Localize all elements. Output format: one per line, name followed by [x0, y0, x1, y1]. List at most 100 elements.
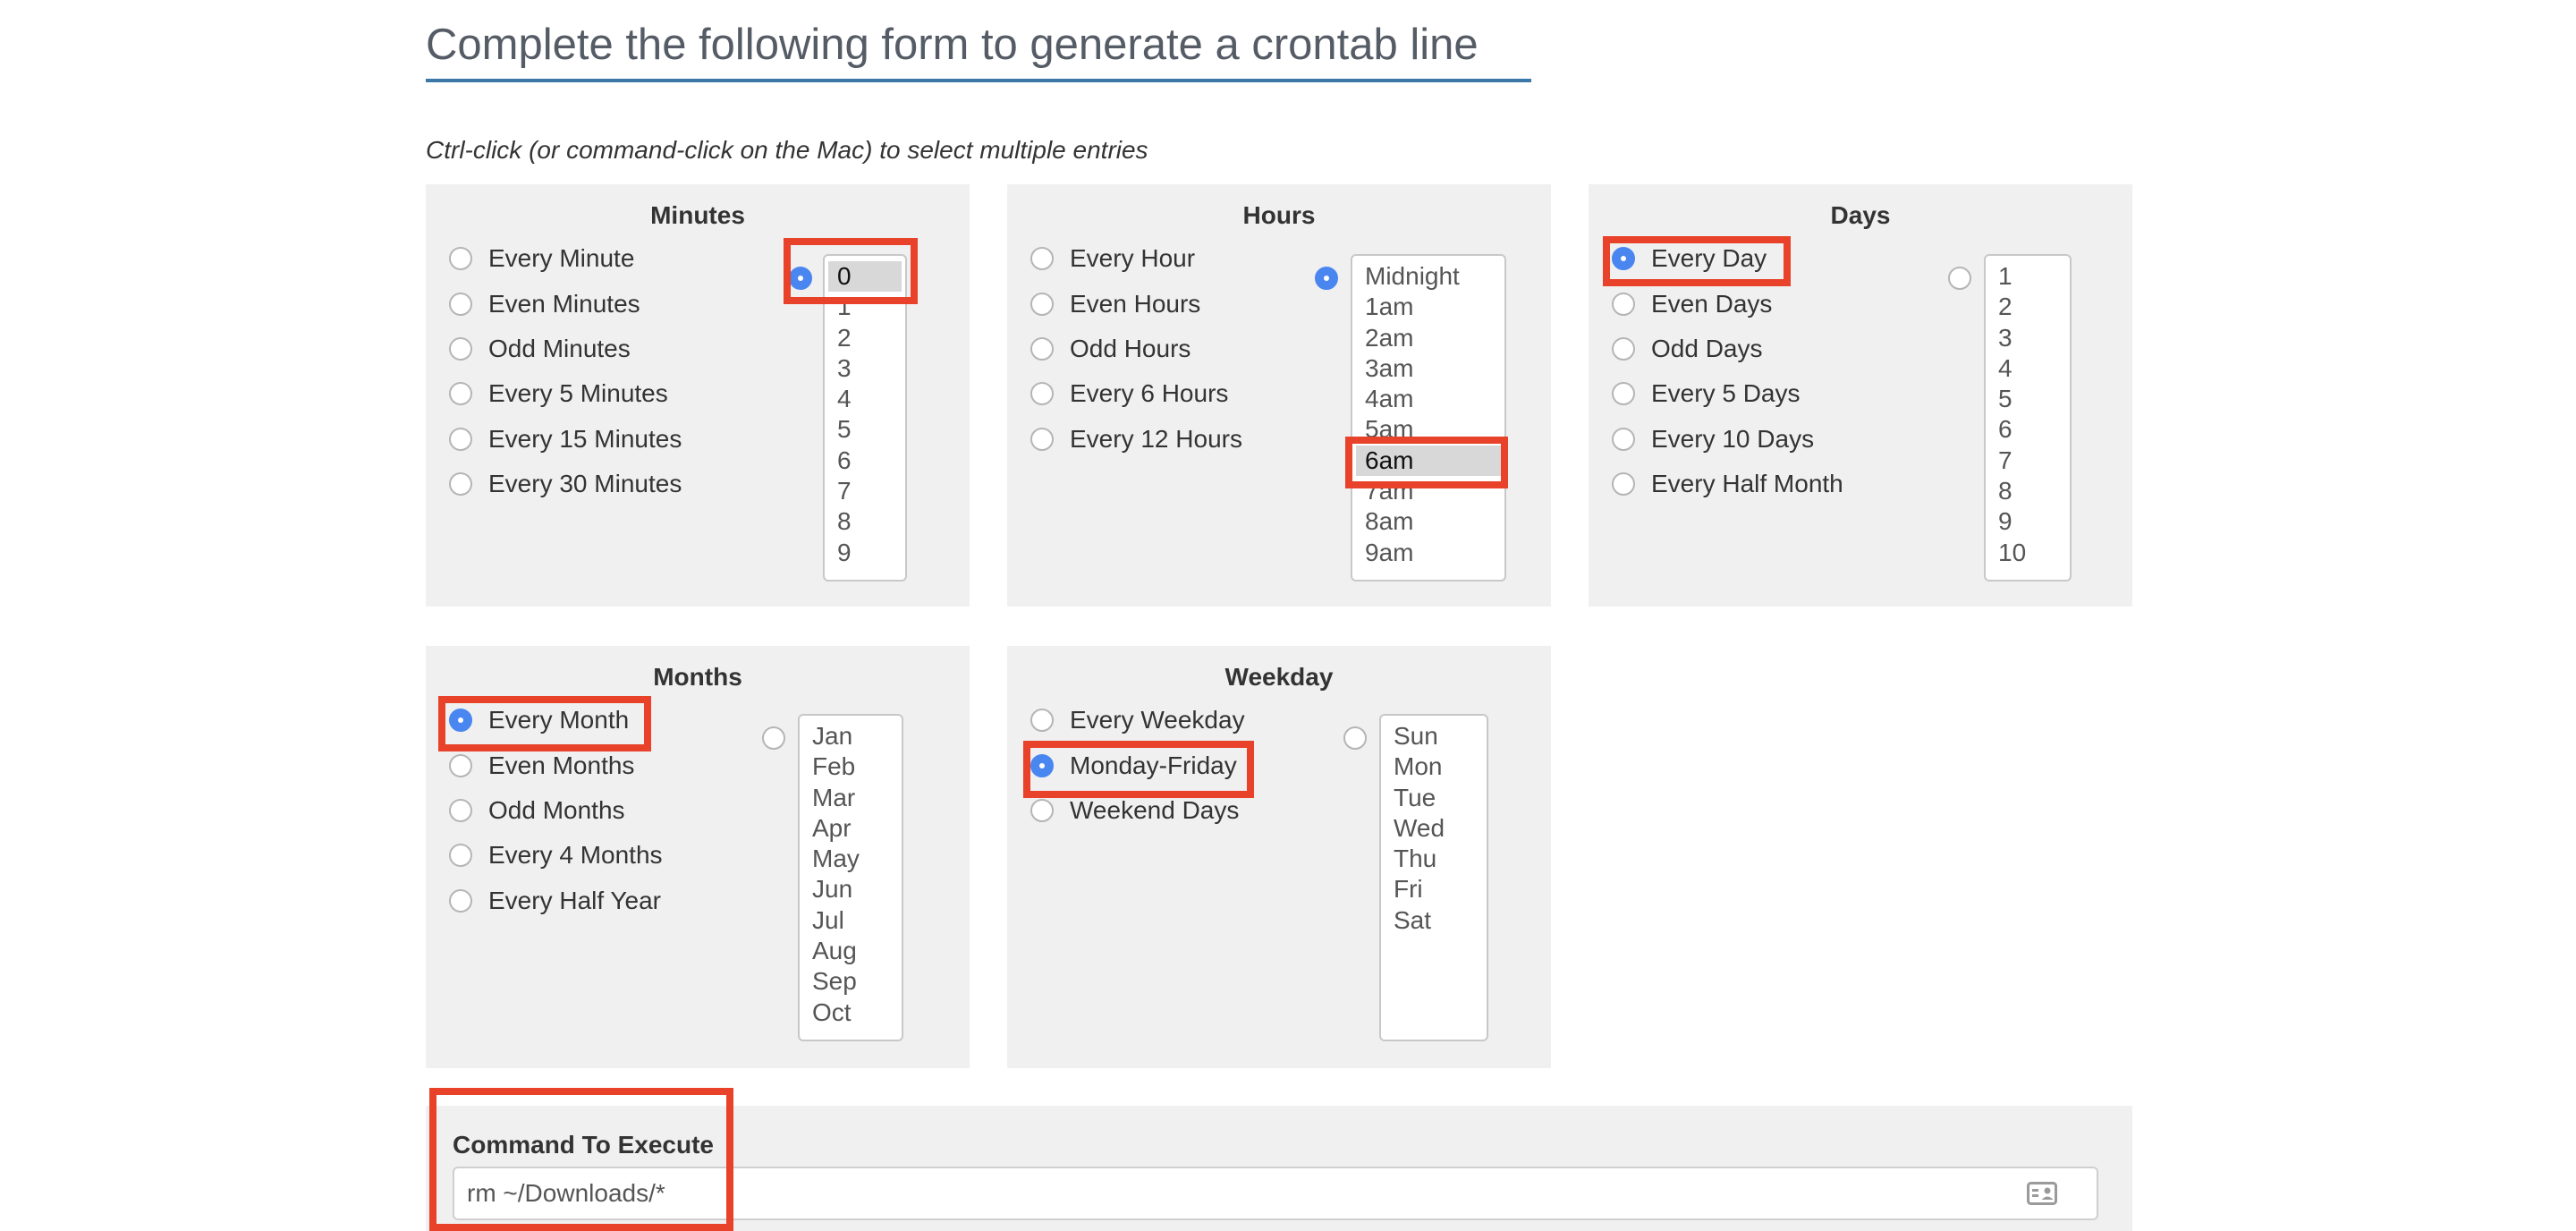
minutes-listbox[interactable]: 0 1 2 3 4 5 6 7 8 9: [823, 254, 907, 582]
days-option-every-half-month[interactable]: Every Half Month: [1612, 462, 1843, 506]
radio-button[interactable]: [449, 336, 472, 361]
minutes-list-radio[interactable]: [789, 267, 812, 290]
command-input[interactable]: [453, 1167, 2098, 1220]
minutes-list-item[interactable]: 7: [825, 476, 905, 506]
minutes-list-item[interactable]: 0: [828, 261, 902, 293]
hours-list-item[interactable]: 6am: [1356, 445, 1501, 477]
hours-list-item[interactable]: 7am: [1352, 476, 1504, 506]
radio-button[interactable]: [449, 844, 472, 868]
minutes-option-every-15-minutes[interactable]: Every 15 Minutes: [449, 417, 682, 462]
weekday-list-item[interactable]: Tue: [1381, 783, 1487, 813]
radio-button[interactable]: [1030, 709, 1054, 733]
radio-button[interactable]: [1030, 336, 1054, 361]
months-list-item[interactable]: Sep: [800, 966, 902, 997]
months-option-every-half-year[interactable]: Every Half Year: [449, 879, 663, 923]
weekday-list-item[interactable]: Mon: [1381, 751, 1487, 782]
radio-button[interactable]: [1030, 382, 1054, 406]
weekday-list-radio[interactable]: [1343, 726, 1367, 750]
days-option-every-10-days[interactable]: Every 10 Days: [1612, 417, 1843, 462]
days-option-every-day[interactable]: Every Day: [1612, 236, 1843, 281]
minutes-option-odd-minutes[interactable]: Odd Minutes: [449, 327, 682, 371]
radio-button[interactable]: [1612, 336, 1635, 361]
minutes-option-even-minutes[interactable]: Even Minutes: [449, 281, 682, 326]
months-list-item[interactable]: May: [800, 844, 902, 874]
contact-card-icon[interactable]: [2027, 1182, 2057, 1205]
weekday-option-every-weekday[interactable]: Every Weekday: [1030, 698, 1245, 743]
hours-option-every-12-hours[interactable]: Every 12 Hours: [1030, 417, 1242, 462]
radio-button[interactable]: [1612, 427, 1635, 451]
hours-list-item[interactable]: 5am: [1352, 414, 1504, 445]
months-list-item[interactable]: Jan: [800, 721, 902, 751]
radio-button[interactable]: [1030, 427, 1054, 451]
months-option-even-months[interactable]: Even Months: [449, 743, 663, 787]
weekday-list-item[interactable]: Fri: [1381, 874, 1487, 904]
months-list-item[interactable]: Apr: [800, 813, 902, 844]
months-list-item[interactable]: Mar: [800, 783, 902, 813]
hours-list-item[interactable]: 8am: [1352, 506, 1504, 537]
days-list-item[interactable]: 4: [1986, 353, 2070, 384]
minutes-list-item[interactable]: 1: [825, 292, 905, 322]
days-list-item[interactable]: 5: [1986, 384, 2070, 414]
hours-list-item[interactable]: Midnight: [1352, 261, 1504, 292]
days-list-item[interactable]: 2: [1986, 292, 2070, 322]
minutes-list-item[interactable]: 4: [825, 384, 905, 414]
radio-button[interactable]: [449, 709, 472, 733]
minutes-list-item[interactable]: 8: [825, 506, 905, 537]
radio-button[interactable]: [1612, 292, 1635, 316]
radio-button[interactable]: [449, 472, 472, 497]
minutes-option-every-minute[interactable]: Every Minute: [449, 236, 682, 281]
radio-button[interactable]: [1612, 247, 1635, 271]
weekday-option-weekend-days[interactable]: Weekend Days: [1030, 788, 1245, 833]
minutes-list-item[interactable]: 2: [825, 323, 905, 353]
radio-button[interactable]: [1612, 472, 1635, 497]
hours-list-radio[interactable]: [1315, 267, 1338, 290]
radio-button[interactable]: [449, 247, 472, 271]
minutes-list-item[interactable]: 5: [825, 414, 905, 445]
radio-button[interactable]: [449, 292, 472, 316]
radio-button[interactable]: [1030, 798, 1054, 822]
months-option-every-month[interactable]: Every Month: [449, 698, 663, 743]
hours-list-item[interactable]: 3am: [1352, 353, 1504, 384]
hours-list-item[interactable]: 4am: [1352, 384, 1504, 414]
days-option-odd-days[interactable]: Odd Days: [1612, 327, 1843, 371]
days-list-item[interactable]: 10: [1986, 538, 2070, 568]
hours-option-every-6-hours[interactable]: Every 6 Hours: [1030, 371, 1242, 416]
weekday-list-item[interactable]: Sun: [1381, 721, 1487, 751]
days-option-every-5-days[interactable]: Every 5 Days: [1612, 371, 1843, 416]
hours-listbox[interactable]: Midnight 1am 2am 3am 4am 5am 6am 7am 8am…: [1351, 254, 1506, 582]
radio-button[interactable]: [1030, 292, 1054, 316]
radio-button[interactable]: [449, 888, 472, 913]
months-list-item[interactable]: Jul: [800, 905, 902, 936]
months-list-item[interactable]: Feb: [800, 751, 902, 782]
radio-button[interactable]: [449, 427, 472, 451]
months-list-item[interactable]: Jun: [800, 874, 902, 904]
minutes-list-item[interactable]: 6: [825, 446, 905, 476]
minutes-option-every-5-minutes[interactable]: Every 5 Minutes: [449, 371, 682, 416]
weekday-listbox[interactable]: Sun Mon Tue Wed Thu Fri Sat: [1379, 714, 1488, 1041]
hours-list-item[interactable]: 9am: [1352, 538, 1504, 568]
months-list-radio[interactable]: [762, 726, 785, 750]
days-list-item[interactable]: 6: [1986, 414, 2070, 445]
radio-button[interactable]: [449, 753, 472, 777]
weekday-list-item[interactable]: Wed: [1381, 813, 1487, 844]
weekday-list-item[interactable]: Thu: [1381, 844, 1487, 874]
minutes-list-item[interactable]: 9: [825, 538, 905, 568]
days-listbox[interactable]: 1 2 3 4 5 6 7 8 9 10: [1984, 254, 2072, 582]
days-list-item[interactable]: 3: [1986, 323, 2070, 353]
days-option-even-days[interactable]: Even Days: [1612, 281, 1843, 326]
hours-list-item[interactable]: 2am: [1352, 323, 1504, 353]
months-listbox[interactable]: Jan Feb Mar Apr May Jun Jul Aug Sep Oct: [798, 714, 903, 1041]
radio-button[interactable]: [449, 382, 472, 406]
minutes-list-item[interactable]: 3: [825, 353, 905, 384]
weekday-option-monday-friday[interactable]: Monday-Friday: [1030, 743, 1245, 787]
radio-button[interactable]: [1030, 753, 1054, 777]
days-list-item[interactable]: 1: [1986, 261, 2070, 292]
hours-option-every-hour[interactable]: Every Hour: [1030, 236, 1242, 281]
radio-button[interactable]: [449, 798, 472, 822]
months-list-item[interactable]: Oct: [800, 998, 902, 1028]
days-list-item[interactable]: 8: [1986, 476, 2070, 506]
months-option-odd-months[interactable]: Odd Months: [449, 788, 663, 833]
radio-button[interactable]: [1030, 247, 1054, 271]
months-list-item[interactable]: Aug: [800, 936, 902, 966]
days-list-radio[interactable]: [1948, 267, 1971, 290]
